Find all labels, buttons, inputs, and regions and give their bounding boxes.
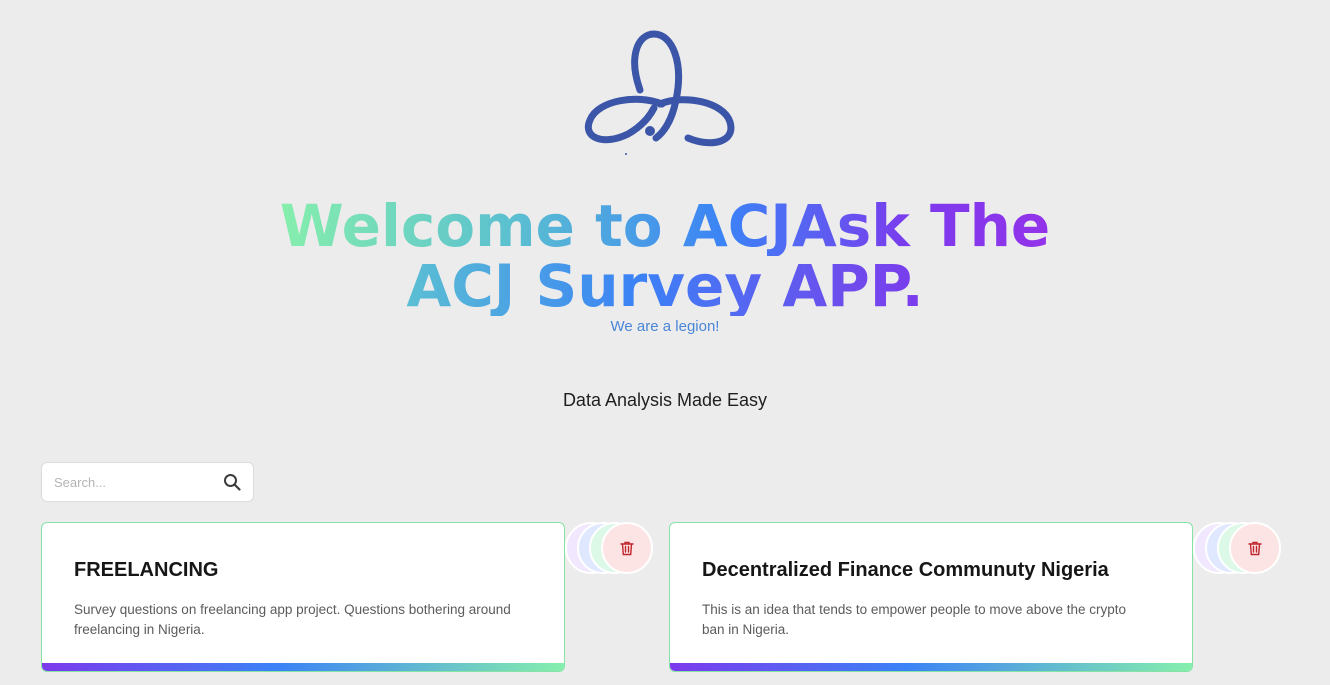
acj-logo-icon: [584, 30, 735, 155]
survey-description: Survey questions on freelancing app proj…: [74, 602, 511, 637]
trash-icon: [620, 541, 634, 555]
card-gradient-bar: [670, 663, 1192, 671]
delete-survey-button[interactable]: [1229, 522, 1281, 574]
search-input[interactable]: [54, 474, 221, 490]
search-icon[interactable]: [221, 471, 243, 493]
tagline: We are a legion!: [610, 318, 720, 335]
survey-card[interactable]: FREELANCING Survey questions on freelanc…: [41, 522, 565, 672]
headline-line-2: ACJ Survey APP.: [406, 256, 923, 316]
headline-line-1: Welcome to ACJAsk The: [280, 196, 1050, 256]
survey-title: FREELANCING: [74, 559, 219, 581]
survey-title: Decentralized Finance Communuty Nigeria: [702, 559, 1109, 581]
page: Welcome to ACJAsk The ACJ Survey APP. We…: [0, 0, 1330, 685]
welcome-headline: Welcome to ACJAsk The ACJ Survey APP.: [0, 196, 1330, 316]
survey-card[interactable]: Decentralized Finance Communuty Nigeria …: [669, 522, 1193, 672]
search-box: [41, 462, 254, 502]
delete-survey-button[interactable]: [601, 522, 653, 574]
survey-description: This is an idea that tends to empower pe…: [702, 602, 1126, 637]
page-subtitle: Data Analysis Made Easy: [562, 390, 768, 410]
trash-icon: [1248, 541, 1262, 555]
card-gradient-bar: [42, 663, 564, 671]
